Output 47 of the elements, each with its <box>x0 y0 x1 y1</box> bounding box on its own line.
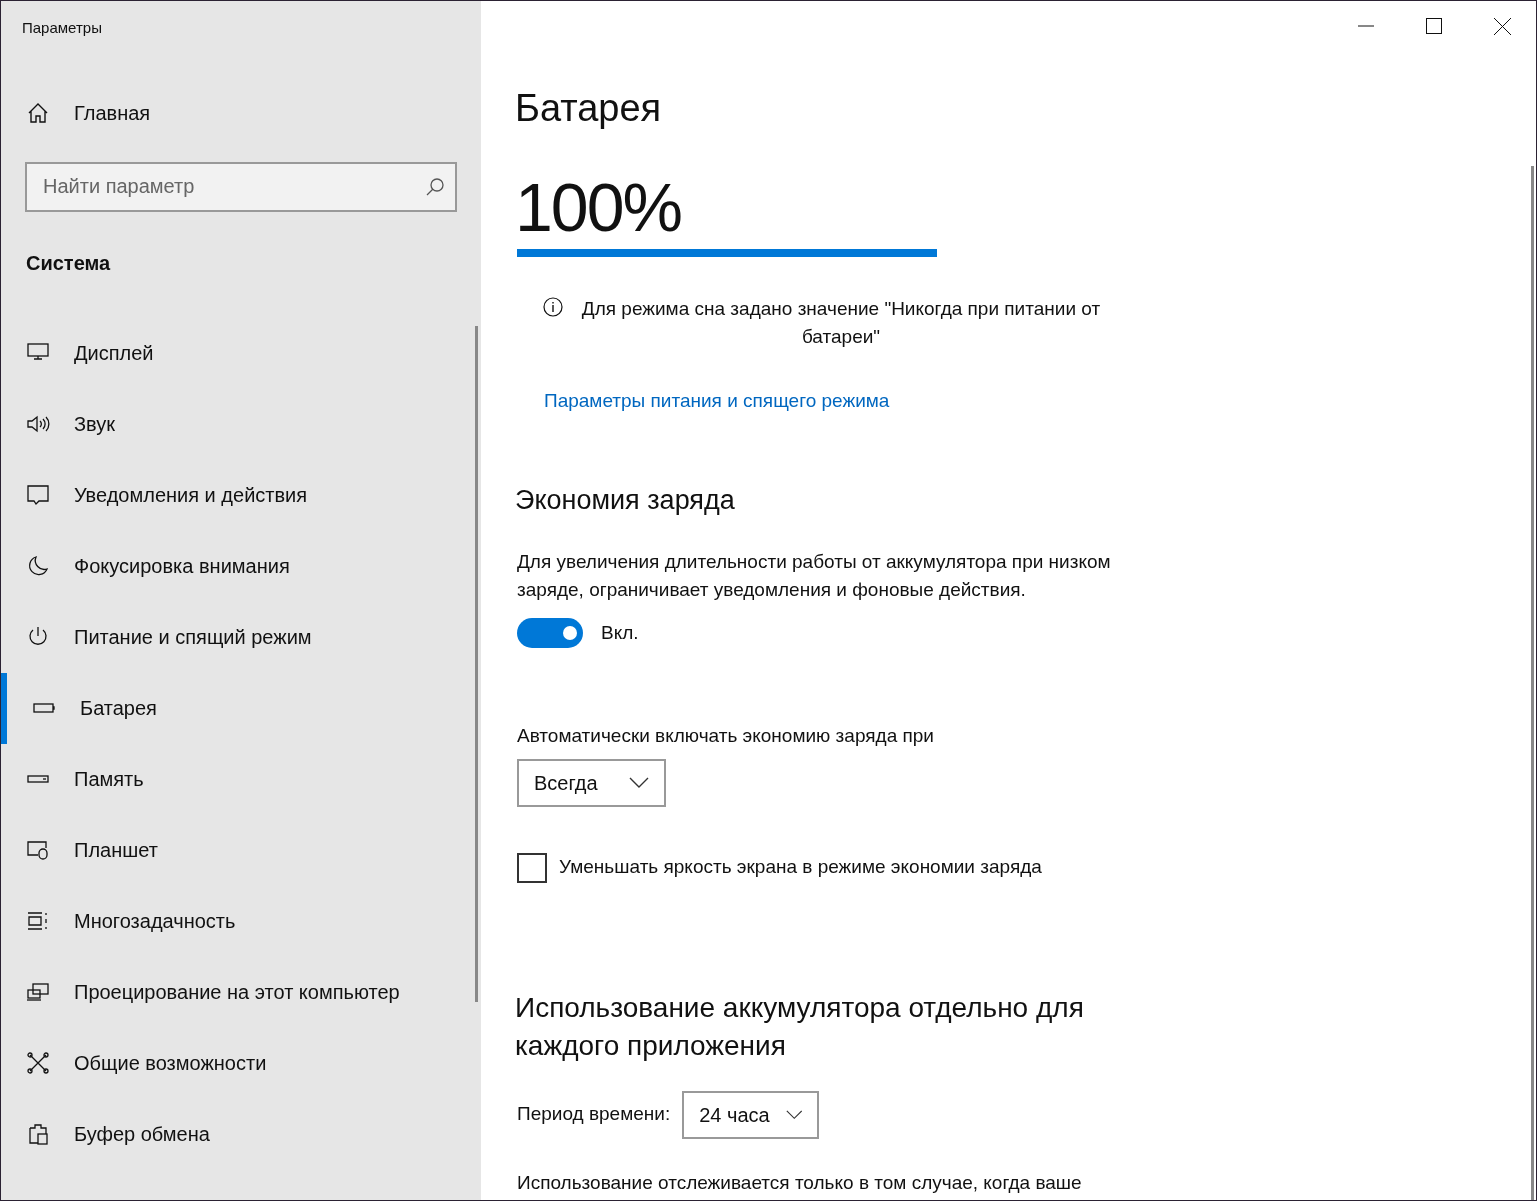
checkbox[interactable] <box>517 852 547 883</box>
auto-saver-label: Автоматически включать экономию заряда при <box>517 724 934 748</box>
maximize-icon <box>1426 18 1442 34</box>
section-heading: Экономия заряда <box>515 483 735 517</box>
close-icon <box>1493 17 1511 35</box>
info-icon <box>543 297 563 317</box>
network-nodes-icon <box>26 1051 50 1075</box>
toggle-label: Вкл. <box>601 620 639 645</box>
info-text: Для режима сна задано значение "Никогда при питании от батареи" <box>580 297 1102 349</box>
dropdown[interactable]: Всегда <box>517 758 666 807</box>
page-title: Батарея <box>515 86 662 131</box>
nav-item[interactable]: Память <box>1 743 481 815</box>
nav-item[interactable]: Уведомления и действия <box>1 459 481 531</box>
nav-item[interactable]: Звук <box>1 388 481 460</box>
nav-item[interactable]: Многозадачность <box>1 885 481 957</box>
clipboard-icon <box>26 1122 50 1146</box>
chevron-down-icon <box>629 776 649 789</box>
tablet-touch-icon <box>26 838 50 862</box>
nav-item[interactable]: Питание и спящий режим <box>1 601 481 673</box>
nav-item[interactable]: Фокусировка внимания <box>1 530 481 602</box>
section-heading: Система <box>26 250 112 276</box>
toggle-switch[interactable] <box>517 618 583 648</box>
description: Для увеличения длительности работы от аккумулятора при низком заряде, ограничивает уведомления и фоновые действия. <box>517 550 1112 602</box>
projection-icon <box>26 980 50 1004</box>
minimize-icon <box>1358 25 1374 27</box>
nav-item[interactable]: Дисплей <box>1 317 481 389</box>
battery-percentage: 100% <box>515 171 681 243</box>
power-settings-link[interactable]: Параметры питания и спящего режима <box>544 387 890 416</box>
nav-item[interactable]: Общие возможности <box>1 1027 481 1099</box>
multitask-icon <box>26 909 50 933</box>
window-title: Параметры <box>22 18 103 38</box>
moon-icon <box>26 554 50 578</box>
search-field[interactable]: Найти параметр <box>25 161 457 212</box>
period-label: Период времени: <box>517 1102 671 1127</box>
checkbox-label: Уменьшать яркость экрана в режиме экономии заряда <box>559 855 1042 880</box>
nav-item[interactable]: Проецирование на этот компьютер <box>1 956 481 1028</box>
battery-icon <box>32 703 56 713</box>
message-icon <box>26 483 50 507</box>
section-heading: Использование аккумулятора отдельно для каждого приложения <box>515 990 1085 1063</box>
nav-item[interactable]: Буфер обмена <box>1 1098 481 1170</box>
chevron-down-icon <box>785 1108 803 1121</box>
dropdown[interactable]: 24 часа <box>682 1090 820 1139</box>
nav-item[interactable]: Планшет <box>1 814 481 886</box>
drive-icon <box>26 775 50 783</box>
search-icon <box>425 176 445 197</box>
usage-note: Использование отслеживается только в том случае, когда ваше <box>517 1170 1082 1195</box>
home-link[interactable]: Главная <box>26 97 481 128</box>
